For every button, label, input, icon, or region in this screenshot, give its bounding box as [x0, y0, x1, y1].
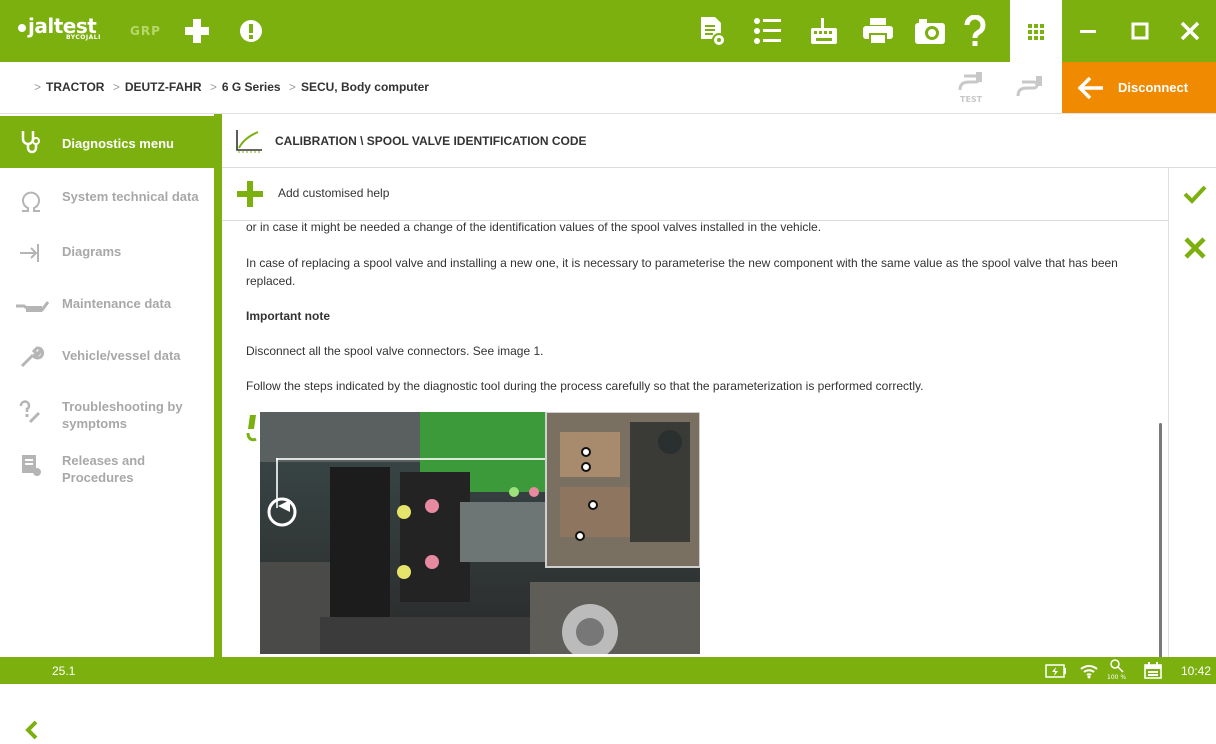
question-wrench-icon — [19, 400, 41, 424]
page-title: CALIBRATION \ SPOOL VALVE IDENTIFICATION… — [275, 134, 587, 148]
breadcrumb: > TRACTOR > DEUTZ-FAHR >6 G Series > SECU, … — [34, 80, 429, 94]
battery-charging-icon — [1045, 664, 1066, 678]
disconnect-label: Disconnect — [1118, 80, 1189, 95]
breadcrumb-item[interactable]: SECU, Body computer — [301, 80, 429, 94]
connector-test-icon — [958, 72, 982, 91]
magnifier-icon — [1110, 659, 1124, 673]
maximize-button[interactable] — [1114, 0, 1166, 62]
sidebar: Diagnostics menu System technical data D… — [0, 114, 214, 740]
sidebar-item-releases-and-procedures[interactable]: Releases and Procedures — [0, 440, 214, 492]
apps-grid-icon — [1028, 24, 1044, 40]
oil-can-icon — [16, 301, 50, 312]
sidebar-item-system-technical-data[interactable]: System technical data — [0, 176, 214, 228]
sidebar-item-maintenance-data[interactable]: Maintenance data — [0, 280, 214, 332]
action-column — [1168, 168, 1216, 657]
breadcrumb-item[interactable]: DEUTZ-FAHR — [125, 80, 202, 94]
minimize-icon — [1080, 30, 1096, 33]
add-icon[interactable] — [180, 14, 214, 48]
diagram-arrow-icon — [20, 244, 39, 262]
paragraph: or in case it might be needed a change o… — [246, 221, 822, 234]
calendar-icon — [1144, 662, 1162, 679]
top-toolbar: jaltest BYCOJALI GRP — [0, 0, 1216, 62]
chevron-left-icon — [25, 720, 38, 740]
add-help-label: Add customised help — [278, 186, 390, 200]
test-connection-button[interactable]: TEST — [956, 70, 990, 106]
stethoscope-icon — [21, 131, 40, 154]
info-marker-icon — [246, 415, 257, 442]
keyboard-icon[interactable] — [806, 14, 842, 48]
breadcrumb-item[interactable]: TRACTOR — [46, 80, 104, 94]
note-heading: Important note — [246, 309, 330, 323]
camera-icon[interactable] — [912, 14, 948, 48]
version-label: 25.1 — [52, 664, 76, 678]
close-button[interactable] — [1164, 0, 1216, 62]
sidebar-item-diagrams[interactable]: Diagrams — [0, 228, 214, 280]
disconnect-button[interactable]: Disconnect — [1062, 62, 1216, 113]
add-icon — [237, 181, 263, 207]
sidebar-item-vehicle-vessel-data[interactable]: Vehicle/vessel data — [0, 332, 214, 384]
sidebar-divider — [214, 114, 222, 657]
sidebar-item-diagnostics-menu[interactable]: Diagnostics menu — [0, 116, 214, 168]
close-icon — [1180, 21, 1200, 41]
jaltest-logo: jaltest BYCOJALI — [18, 14, 101, 41]
sidebar-item-troubleshooting-by-symptoms[interactable]: Troubleshooting by symptoms — [0, 386, 214, 438]
arrow-left-icon — [1078, 76, 1103, 100]
cancel-x-icon — [1184, 237, 1206, 259]
main-panel: CALIBRATION \ SPOOL VALVE IDENTIFICATION… — [222, 114, 1216, 657]
zoom-button[interactable]: 100 % — [1106, 659, 1128, 683]
print-icon[interactable] — [860, 14, 896, 48]
add-help-bar[interactable]: Add customised help — [222, 168, 1168, 221]
omega-icon — [22, 191, 40, 212]
maximize-icon — [1131, 22, 1149, 40]
alert-icon[interactable] — [236, 14, 266, 48]
checkmark-icon — [1183, 185, 1207, 204]
clock: 10:42 — [1181, 664, 1212, 678]
wrench-icon — [20, 346, 44, 368]
confirm-button[interactable] — [1183, 184, 1207, 208]
breadcrumb-bar: > TRACTOR > DEUTZ-FAHR >6 G Series > SECU, … — [0, 62, 1216, 114]
list-icon[interactable] — [750, 14, 786, 48]
wifi-icon — [1080, 665, 1098, 679]
document-stack-icon — [22, 455, 41, 476]
minimize-button[interactable] — [1062, 0, 1114, 62]
help-icon[interactable] — [958, 14, 992, 48]
connector-status-icon — [1014, 74, 1046, 104]
test-label: TEST — [960, 95, 983, 104]
breadcrumb-item[interactable]: 6 G Series — [222, 80, 281, 94]
mode-label: GRP — [130, 24, 161, 38]
collapse-sidebar-button[interactable] — [24, 720, 40, 744]
paragraph: In case of replacing a spool valve and i… — [246, 256, 1118, 288]
status-bar: 25.1 100 % 10:42 — [0, 657, 1216, 684]
zoom-level: 100 % — [1107, 674, 1127, 681]
paragraph: Disconnect all the spool valve connector… — [246, 344, 544, 358]
calibration-graph-icon — [236, 130, 262, 153]
help-content: or in case it might be needed a change o… — [222, 221, 1168, 657]
cancel-button[interactable] — [1183, 236, 1207, 264]
report-view-icon[interactable] — [694, 14, 730, 48]
spool-valve-photo — [260, 412, 700, 654]
page-header: CALIBRATION \ SPOOL VALVE IDENTIFICATION… — [222, 114, 1216, 168]
apps-menu-button[interactable] — [1010, 0, 1062, 62]
paragraph: Follow the steps indicated by the diagno… — [246, 379, 924, 393]
content-scrollbar[interactable] — [1159, 423, 1162, 657]
